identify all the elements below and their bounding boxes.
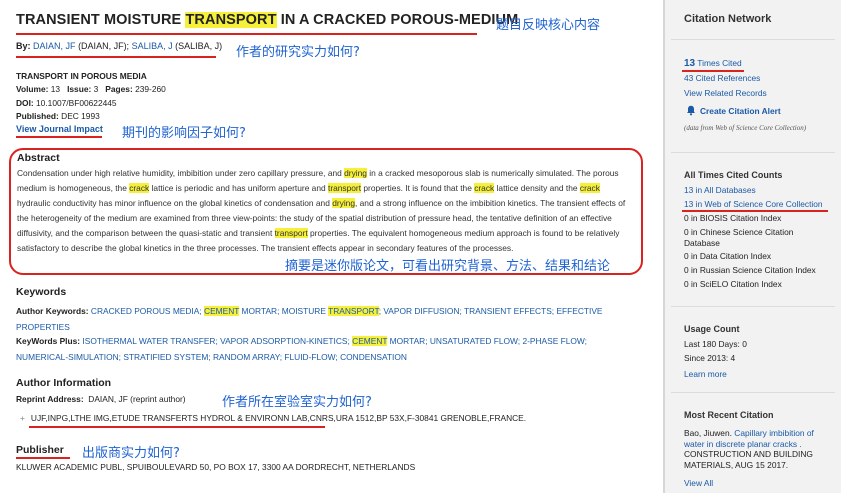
keywords-heading: Keywords: [16, 286, 67, 298]
scielo-count: 0 in SciELO Citation Index: [684, 279, 782, 289]
cited-references-link[interactable]: 43 Cited References: [684, 73, 760, 83]
authors-underline-annotation: [16, 56, 216, 58]
journal-impact-underline-annotation: [16, 136, 102, 138]
most-recent-citation: Bao, Jiuwen. Capillary imbibition of wat…: [684, 428, 814, 470]
citation-network-heading: Citation Network: [684, 13, 772, 25]
view-all-link[interactable]: View All: [684, 478, 713, 488]
keywords-plus: KeyWords Plus: ISOTHERMAL WATER TRANSFER…: [16, 336, 587, 362]
sidebar-separator: [671, 306, 835, 307]
abstract-heading: Abstract: [17, 152, 60, 164]
lab-annotation: 作者所在室验室实力如何?: [222, 395, 372, 410]
chinese-count: 0 in Chinese Science Citation Database: [684, 227, 794, 248]
record-title: TRANSIENT MOISTURE TRANSPORT IN A CRACKE…: [16, 12, 519, 28]
publisher-annotation: 出版商实力如何?: [82, 446, 180, 461]
wos-core-link[interactable]: 13 in Web of Science Core Collection: [684, 199, 823, 209]
data-source-note: (data from Web of Science Core Collectio…: [684, 124, 807, 132]
publisher-value: KLUWER ACADEMIC PUBL, SPUIBOULEVARD 50, …: [16, 462, 416, 472]
view-related-records-link[interactable]: View Related Records: [684, 88, 767, 98]
sidebar-separator: [671, 152, 835, 153]
journal-annotation: 期刊的影响因子如何?: [122, 126, 246, 141]
biosis-count: 0 in BIOSIS Citation Index: [684, 213, 782, 223]
create-citation-alert-button[interactable]: Create Citation Alert: [686, 105, 781, 116]
usage-last-180: Last 180 Days: 0: [684, 339, 747, 349]
author-address: + UJF,INPG,LTHE IMG,ETUDE TRANSFERTS HYDR…: [20, 413, 527, 423]
author-keywords: Author Keywords: CRACKED POROUS MEDIA; C…: [16, 306, 603, 332]
abstract-annotation: 摘要是迷你版论文，可看出研究背景、方法、结果和结论: [285, 259, 611, 274]
all-databases-link[interactable]: 13 in All Databases: [684, 185, 756, 195]
title-highlight: TRANSPORT: [185, 12, 277, 28]
source-meta: TRANSPORT IN POROUS MEDIA Volume: 13 Iss…: [16, 71, 166, 122]
authors-annotation: 作者的研究实力如何?: [236, 45, 360, 60]
wos-core-underline-annotation: [682, 210, 828, 212]
address-underline-annotation: [29, 426, 325, 428]
bell-icon: [687, 105, 695, 116]
abstract-text: Condensation under high relative humidit…: [17, 168, 626, 254]
publisher-underline-annotation: [16, 457, 70, 459]
most-recent-heading: Most Recent Citation: [684, 410, 774, 420]
author-link-saliba[interactable]: SALIBA, J: [132, 41, 173, 51]
authors-line: By: DAIAN, JF (DAIAN, JF); SALIBA, J (SA…: [16, 41, 223, 51]
data-citation-count: 0 in Data Citation Index: [684, 251, 772, 261]
author-information-heading: Author Information: [16, 377, 112, 389]
publisher-heading: Publisher: [16, 444, 64, 456]
author-link-daian[interactable]: DAIAN, JF: [33, 41, 76, 51]
title-annotation: 题目反映核心内容: [496, 18, 601, 33]
russian-count: 0 in Russian Science Citation Index: [684, 265, 816, 275]
reprint-address: Reprint Address: DAIAN, JF (reprint auth…: [16, 394, 186, 404]
times-cited-underline-annotation: [682, 70, 744, 72]
sidebar-separator: [671, 39, 835, 40]
title-underline-annotation: [16, 33, 477, 35]
view-journal-impact-link[interactable]: View Journal Impact: [16, 124, 103, 134]
times-cited-link[interactable]: 13 Times Cited: [684, 58, 742, 69]
usage-count-heading: Usage Count: [684, 324, 740, 334]
all-times-cited-heading: All Times Cited Counts: [684, 170, 783, 180]
sidebar-separator: [671, 392, 835, 393]
expand-address-toggle[interactable]: +: [20, 413, 25, 423]
learn-more-link[interactable]: Learn more: [684, 369, 727, 379]
doi-value: 10.1007/BF00622445: [36, 97, 117, 108]
journal-name: TRANSPORT IN POROUS MEDIA: [16, 71, 147, 81]
usage-since-2013: Since 2013: 4: [684, 353, 736, 363]
